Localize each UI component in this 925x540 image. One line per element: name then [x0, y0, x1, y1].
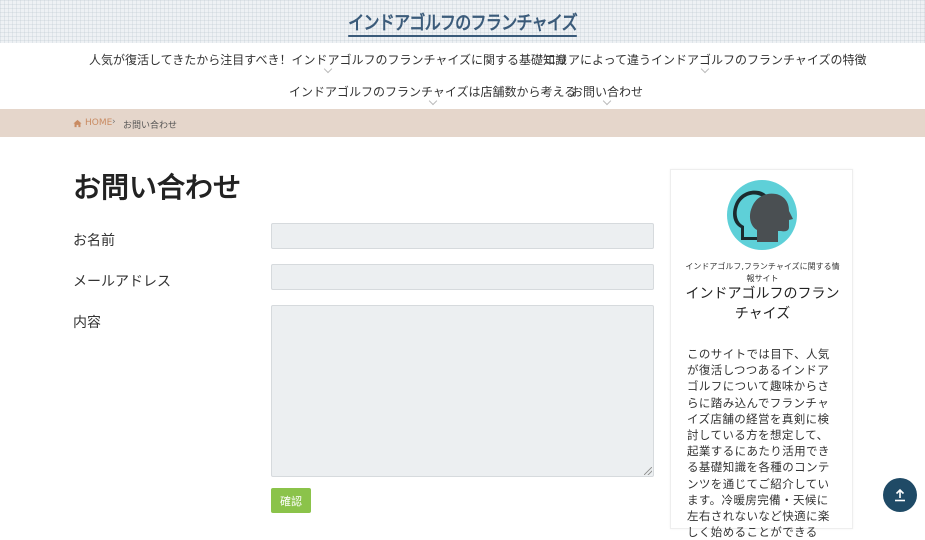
breadcrumb: HOME › お問い合わせ	[0, 109, 925, 137]
content-textarea[interactable]	[271, 305, 654, 477]
email-label: メールアドレス	[73, 274, 171, 290]
home-icon	[73, 119, 82, 127]
sidebar-title: インドアゴルフのフランチャイズ	[685, 286, 840, 322]
email-field[interactable]	[271, 264, 654, 290]
sidebar-description: このサイトでは目下、人気が復活しつつあるインドアゴルフについて趣味からさらに踏み…	[687, 347, 830, 540]
site-header: インドアゴルフのフランチャイズ	[0, 0, 925, 43]
breadcrumb-separator-icon: ›	[112, 117, 116, 127]
page-title: お問い合わせ	[73, 171, 242, 204]
nav-item-contact[interactable]: お問い合わせ	[571, 83, 643, 106]
two-heads-icon	[727, 180, 797, 250]
breadcrumb-current: お問い合わせ	[123, 121, 178, 131]
nav-item-stores[interactable]: インドアゴルフのフランチャイズは店舗数から考える	[289, 83, 576, 106]
resize-handle-icon[interactable]	[644, 467, 652, 475]
breadcrumb-home-label: HOME	[85, 118, 113, 128]
global-nav: 人気が復活してきたから注目すべき！インドアゴルフのフランチャイズに関する基礎知識…	[0, 43, 925, 109]
arrow-up-icon	[895, 488, 905, 502]
confirm-button[interactable]: 確認	[271, 488, 311, 513]
site-logo[interactable]: インドアゴルフのフランチャイズ	[69, 8, 855, 37]
scroll-to-top-button[interactable]	[883, 478, 917, 512]
sidebar-profile: インドアゴルフ,フランチャイズに関する情報サイト インドアゴルフのフランチャイズ…	[670, 169, 853, 539]
sidebar-subtitle: インドアゴルフ,フランチャイズに関する情報サイト	[685, 262, 840, 283]
nav-item-area[interactable]: エリアによって違うインドアゴルフのフランチャイズの特徴	[544, 51, 867, 74]
name-field[interactable]	[271, 223, 654, 249]
name-label: お名前	[73, 233, 115, 249]
content-label: 内容	[73, 315, 101, 331]
nav-item-basics[interactable]: 人気が復活してきたから注目すべき！インドアゴルフのフランチャイズに関する基礎知識	[89, 51, 567, 74]
breadcrumb-home-link[interactable]: HOME	[73, 118, 112, 128]
